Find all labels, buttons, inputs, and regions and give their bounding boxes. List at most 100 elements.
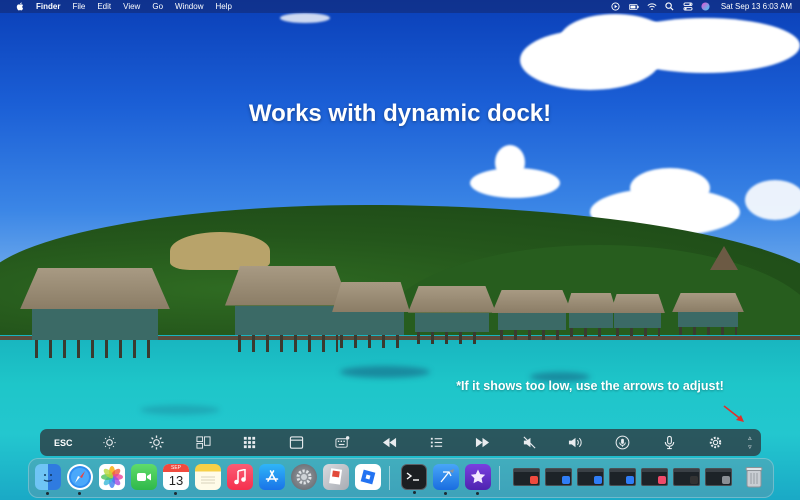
safari-icon xyxy=(562,476,570,484)
menu-file[interactable]: File xyxy=(66,0,91,13)
volume-button[interactable] xyxy=(553,429,600,456)
dictation-button[interactable] xyxy=(646,429,693,456)
keyboard-brightness-button[interactable] xyxy=(320,429,367,456)
minimized-window[interactable] xyxy=(545,468,572,486)
overwater-bungalow xyxy=(492,290,572,340)
volume-icon xyxy=(569,437,582,448)
mute-button[interactable] xyxy=(506,429,553,456)
desktop-button[interactable] xyxy=(273,429,320,456)
xcode-icon xyxy=(594,476,602,484)
dock-trash[interactable] xyxy=(741,464,767,490)
safari-icon xyxy=(69,466,91,488)
brightness-up-icon xyxy=(149,435,164,450)
brightness-down-button[interactable] xyxy=(87,429,134,456)
dock-roblox[interactable] xyxy=(355,464,381,490)
apple-icon xyxy=(16,2,24,11)
microphone-circle-icon xyxy=(615,435,630,450)
minimized-window[interactable] xyxy=(641,468,668,486)
adjust-hint: *If it shows too low, use the arrows to … xyxy=(456,379,724,393)
adjust-down-arrow[interactable]: ▿ xyxy=(748,444,752,451)
microphone-icon xyxy=(664,435,674,450)
dock-notes[interactable] xyxy=(195,464,221,490)
minimized-window[interactable] xyxy=(513,468,540,486)
terminal-icon xyxy=(406,472,419,481)
imovie-icon xyxy=(470,469,486,484)
overwater-bungalow xyxy=(672,293,744,335)
hint-arrow-icon xyxy=(723,405,744,422)
launchpad-button[interactable] xyxy=(226,429,273,456)
fast-forward-button[interactable] xyxy=(459,429,506,456)
control-center-icon[interactable] xyxy=(683,2,693,11)
menu-app-name[interactable]: Finder xyxy=(30,0,66,13)
xcode-icon xyxy=(440,469,454,483)
strip-settings-button[interactable] xyxy=(692,429,739,456)
dock-system-preferences[interactable] xyxy=(291,464,317,490)
promo-headline: Works with dynamic dock! xyxy=(248,100,552,127)
gear-icon xyxy=(296,469,312,485)
search-icon[interactable] xyxy=(665,2,675,11)
minimized-window[interactable] xyxy=(673,468,700,486)
rewind-icon xyxy=(382,437,397,448)
calendar-day: 13 xyxy=(168,473,184,488)
gear-icon xyxy=(709,436,722,449)
menu-view[interactable]: View xyxy=(117,0,146,13)
launchpad-grid-icon xyxy=(244,436,256,449)
list-icon xyxy=(430,437,442,448)
dock-preview[interactable] xyxy=(323,464,349,490)
trash-icon xyxy=(745,467,763,488)
menu-help[interactable]: Help xyxy=(209,0,237,13)
esc-label: ESC xyxy=(54,437,73,448)
adjust-up-arrow[interactable]: ▵ xyxy=(748,435,752,442)
facetime-icon xyxy=(137,473,151,481)
calendar-month: SEP xyxy=(163,464,189,472)
menu-window[interactable]: Window xyxy=(169,0,209,13)
keyboard-icon xyxy=(335,436,350,448)
menu-bar-clock[interactable]: Sat Sep 13 6:03 AM xyxy=(721,2,792,11)
calendar-icon: SEP 13 xyxy=(163,464,189,490)
dock-imovie[interactable] xyxy=(465,464,491,495)
menu-go[interactable]: Go xyxy=(146,0,169,13)
finder-icon xyxy=(43,474,53,482)
battery-icon[interactable] xyxy=(628,2,639,11)
preview-icon xyxy=(329,468,343,485)
fast-forward-icon xyxy=(476,437,490,448)
desktop-wallpaper xyxy=(0,0,800,500)
music-icon xyxy=(658,476,666,484)
dock-calendar[interactable]: SEP 13 xyxy=(163,464,189,495)
dock-music[interactable] xyxy=(227,464,253,490)
brightness-down-icon xyxy=(103,436,116,449)
dock-xcode[interactable] xyxy=(433,464,459,495)
dock-app-store[interactable] xyxy=(259,464,285,490)
dock-separator xyxy=(499,466,500,490)
roblox-icon xyxy=(360,469,376,485)
minimized-window[interactable] xyxy=(609,468,636,486)
rewind-button[interactable] xyxy=(366,429,413,456)
voice-control-button[interactable] xyxy=(599,429,646,456)
terminal-icon xyxy=(690,476,698,484)
app-store-icon xyxy=(265,470,279,482)
dock-finder[interactable] xyxy=(35,464,61,495)
brightness-up-button[interactable] xyxy=(133,429,180,456)
apple-menu[interactable] xyxy=(10,0,30,13)
mute-icon xyxy=(523,436,536,449)
minimized-window[interactable] xyxy=(705,468,732,486)
overwater-bungalow xyxy=(20,268,170,358)
siri-icon[interactable] xyxy=(701,2,711,11)
minimized-window[interactable] xyxy=(577,468,604,486)
menu-edit[interactable]: Edit xyxy=(91,0,117,13)
play-pause-button[interactable] xyxy=(413,429,460,456)
dock-safari[interactable] xyxy=(67,464,93,495)
menu-bar: Finder File Edit View Go Window Help Sat… xyxy=(0,0,800,13)
mission-control-icon xyxy=(196,436,211,449)
music-icon xyxy=(234,469,246,485)
dock-photos[interactable] xyxy=(99,464,125,490)
mission-control-button[interactable] xyxy=(180,429,227,456)
dock-facetime[interactable] xyxy=(131,464,157,490)
dock-terminal[interactable] xyxy=(401,464,427,494)
play-circle-icon[interactable] xyxy=(611,2,621,11)
esc-button[interactable]: ESC xyxy=(40,429,87,456)
calendar-icon xyxy=(530,476,538,484)
overwater-bungalow xyxy=(332,282,410,348)
overwater-bungalow xyxy=(610,294,665,336)
wifi-icon[interactable] xyxy=(647,2,657,11)
